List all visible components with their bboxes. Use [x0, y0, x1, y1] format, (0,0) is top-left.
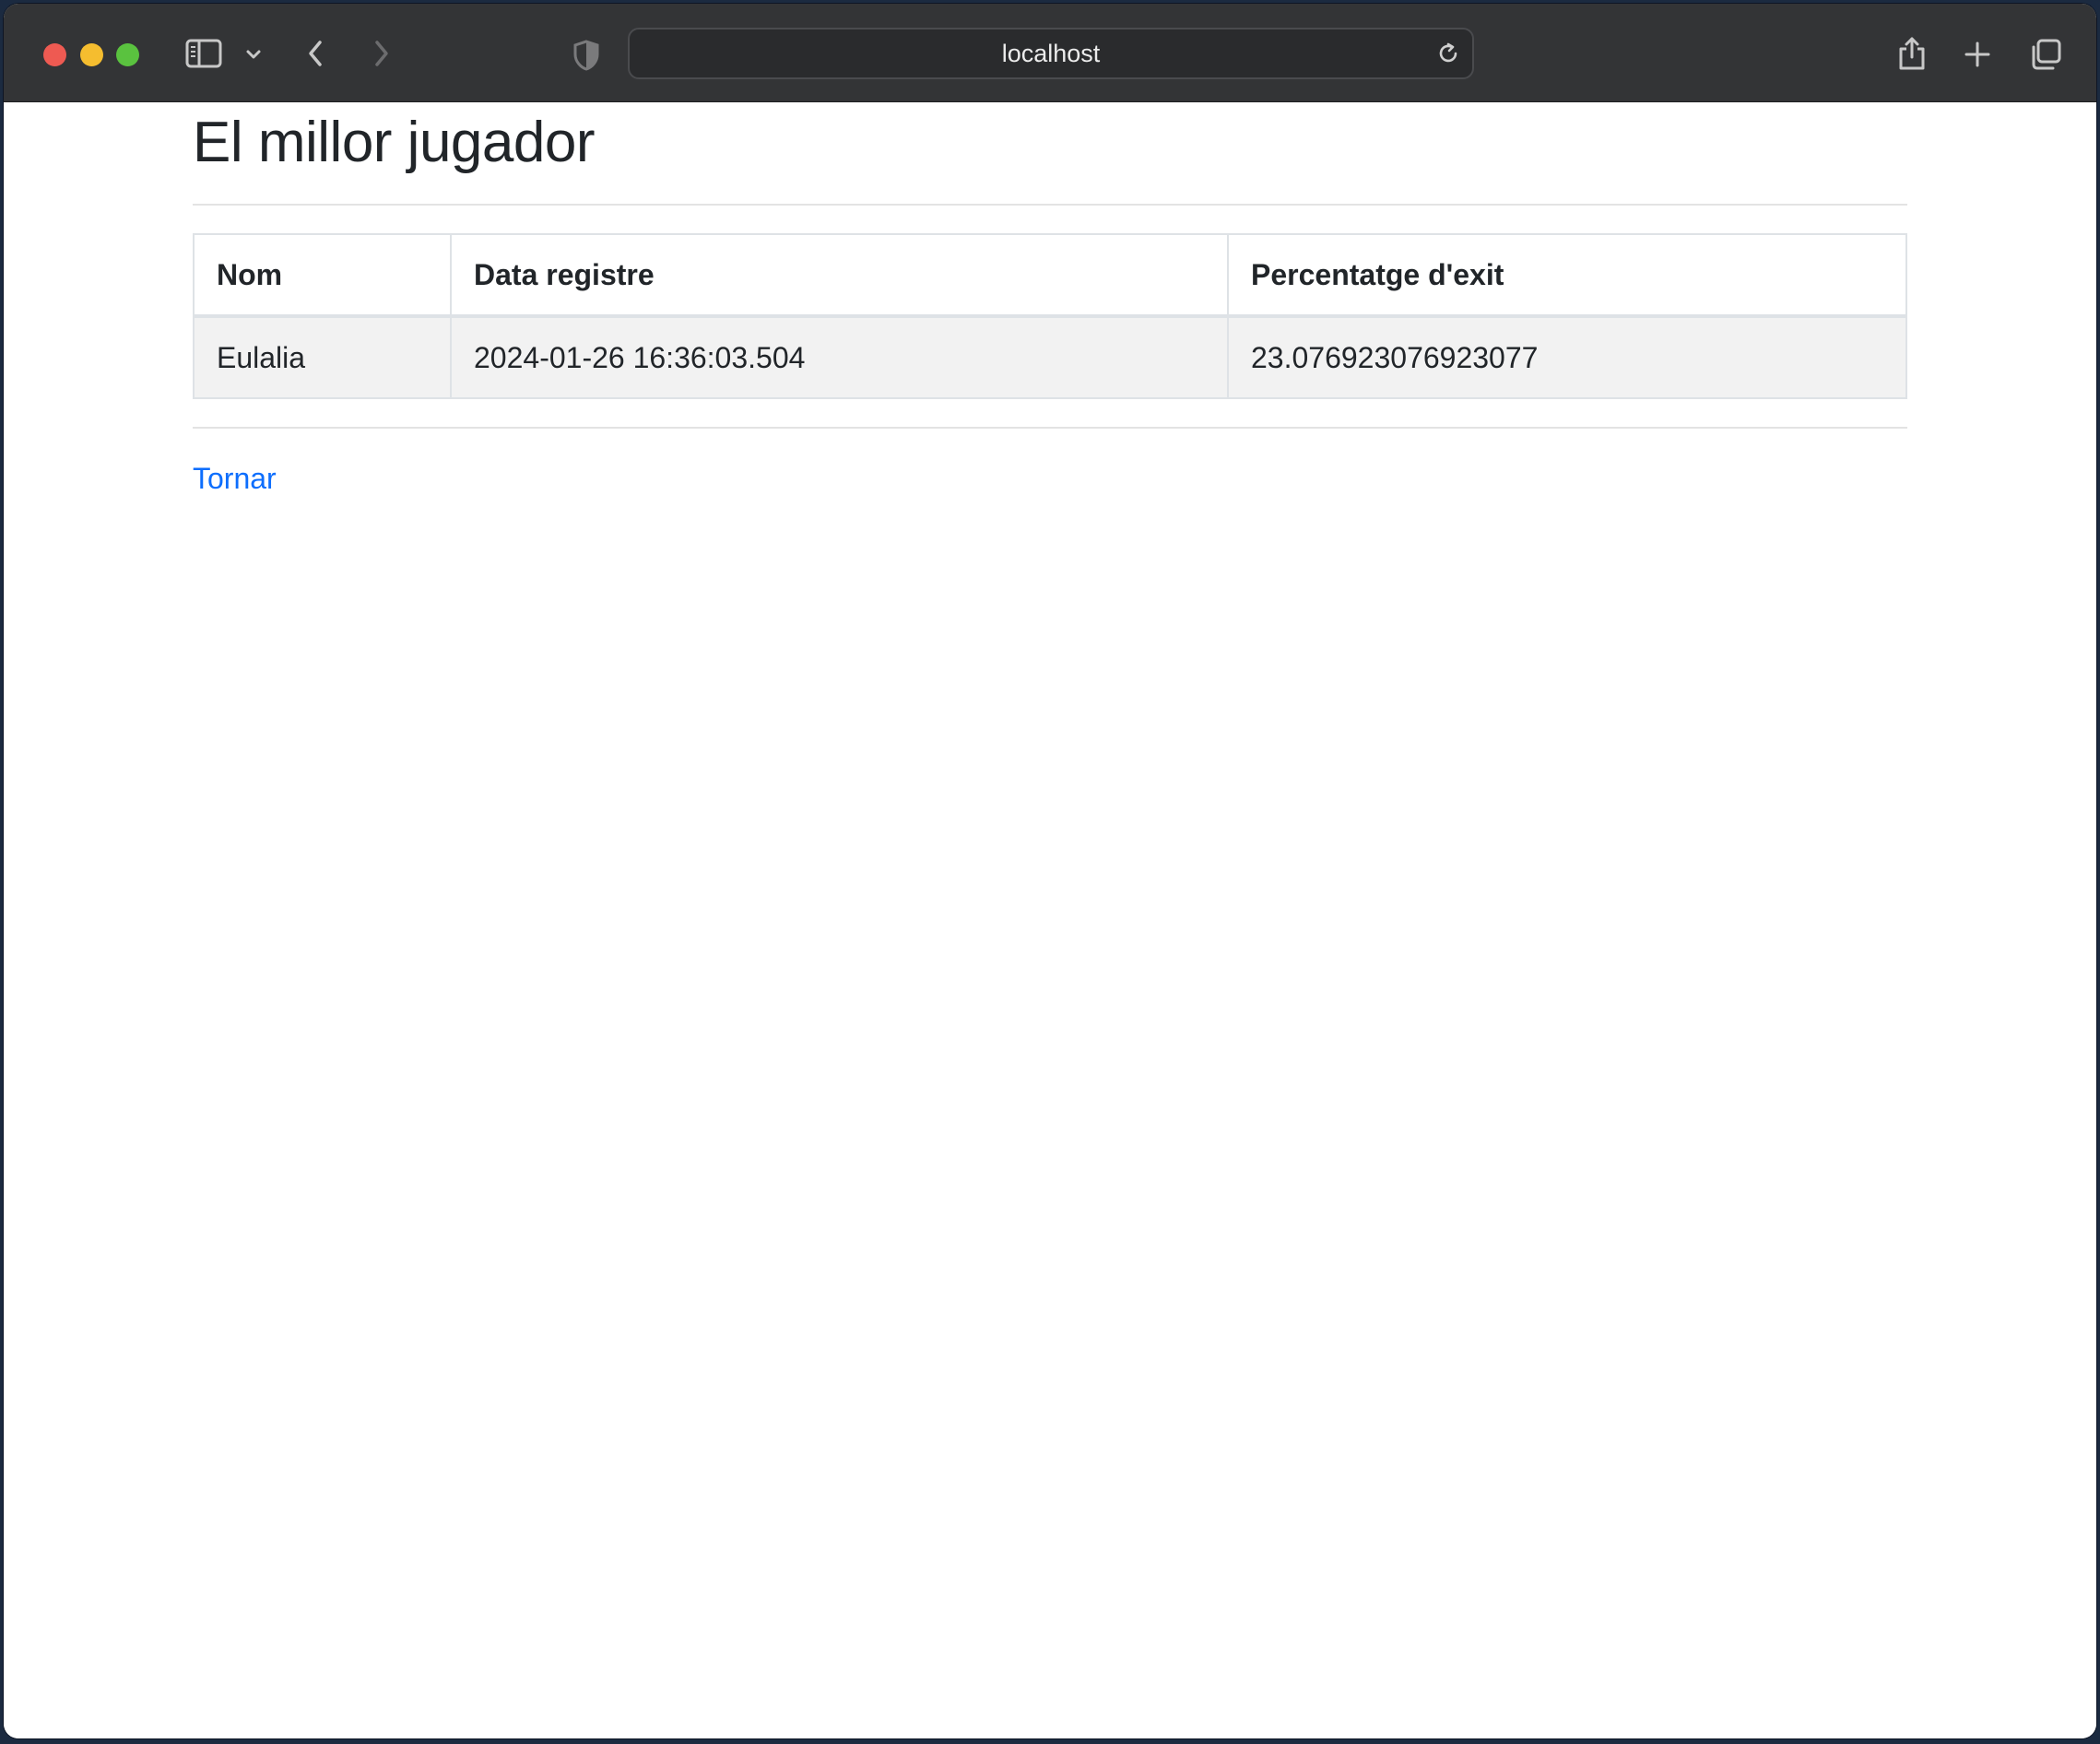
browser-toolbar: localhost — [4, 4, 2096, 102]
minimize-window-button[interactable] — [80, 43, 103, 66]
sidebar-icon[interactable] — [184, 37, 223, 70]
table-header-row: Nom Data registre Percentatge d'exit — [193, 233, 1907, 318]
column-header-name: Nom — [193, 233, 452, 318]
chevron-right-icon[interactable] — [369, 37, 395, 70]
address-bar[interactable]: localhost — [628, 28, 1474, 79]
cell-success-percentage: 23.076923076923077 — [1227, 315, 1907, 399]
tab-overview-icon[interactable] — [2028, 37, 2063, 72]
results-table: Nom Data registre Percentatge d'exit Eul… — [193, 233, 1907, 399]
zoom-window-button[interactable] — [116, 43, 139, 66]
cell-registration-date: 2024-01-26 16:36:03.504 — [450, 315, 1229, 399]
column-header-registration-date: Data registre — [450, 233, 1229, 318]
divider — [193, 204, 1907, 206]
column-header-success-percentage: Percentatge d'exit — [1227, 233, 1907, 318]
close-window-button[interactable] — [43, 43, 66, 66]
share-icon[interactable] — [1895, 35, 1929, 72]
reload-icon[interactable] — [1435, 41, 1461, 66]
table-row: Eulalia 2024-01-26 16:36:03.504 23.07692… — [193, 315, 1907, 399]
plus-icon[interactable] — [1962, 39, 1993, 70]
page-content: El millor jugador Nom Data registre Perc… — [4, 102, 2096, 1738]
back-link[interactable]: Tornar — [193, 462, 277, 496]
divider — [193, 427, 1907, 429]
cell-name: Eulalia — [193, 315, 452, 399]
shield-icon[interactable] — [572, 39, 601, 72]
url-text: localhost — [1001, 40, 1101, 67]
chevron-left-icon[interactable] — [302, 37, 328, 70]
page-title: El millor jugador — [193, 111, 596, 174]
chevron-down-icon[interactable] — [243, 44, 264, 65]
browser-window: localhost El millor jugador Nom Data reg… — [4, 4, 2096, 1738]
